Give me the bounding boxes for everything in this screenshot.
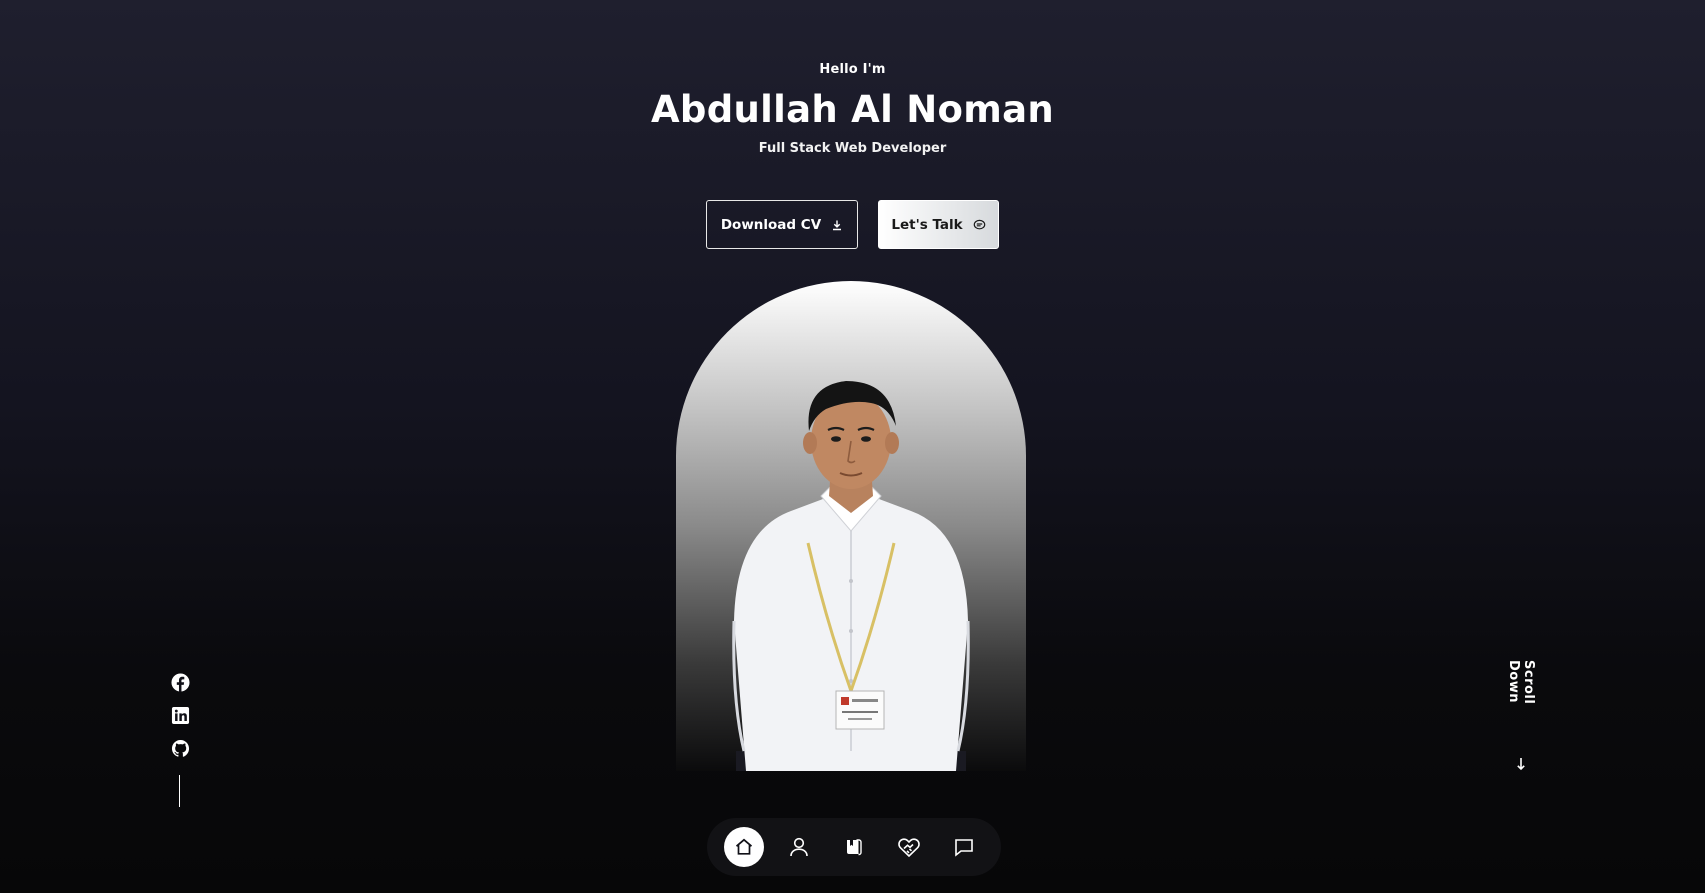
handshake-icon bbox=[897, 838, 920, 858]
download-cv-button[interactable]: Download CV bbox=[706, 200, 858, 249]
profile-photo bbox=[676, 281, 1026, 771]
home-icon bbox=[736, 838, 753, 855]
social-divider-line bbox=[179, 775, 180, 807]
nav-home[interactable] bbox=[724, 827, 765, 867]
lets-talk-button[interactable]: Let's Talk bbox=[878, 200, 999, 249]
download-icon bbox=[831, 219, 843, 231]
nav-contact[interactable] bbox=[944, 827, 984, 867]
user-icon bbox=[790, 837, 808, 857]
chat-icon bbox=[973, 219, 986, 231]
arrow-down-icon bbox=[1516, 756, 1526, 775]
hero-section: Hello I'm Abdullah Al Noman Full Stack W… bbox=[0, 0, 1705, 893]
download-cv-label: Download CV bbox=[720, 216, 822, 233]
github-icon bbox=[171, 739, 189, 757]
person-illustration bbox=[732, 381, 970, 771]
nav-experience[interactable] bbox=[834, 827, 874, 867]
lets-talk-label: Let's Talk bbox=[891, 216, 963, 233]
nav-about[interactable] bbox=[779, 827, 819, 867]
facebook-icon bbox=[170, 673, 190, 692]
scroll-down-link[interactable]: Scroll Down bbox=[1506, 660, 1536, 775]
message-icon bbox=[954, 839, 973, 857]
facebook-link[interactable] bbox=[170, 673, 190, 692]
cta-buttons: Download CV Let's Talk bbox=[0, 200, 1705, 249]
social-links bbox=[170, 673, 190, 758]
hero-role: Full Stack Web Developer bbox=[758, 141, 947, 156]
book-icon bbox=[846, 839, 862, 856]
linkedin-link[interactable] bbox=[171, 706, 190, 725]
hero-name: Abdullah Al Noman bbox=[650, 88, 1055, 131]
scroll-down-label: Scroll Down bbox=[1506, 660, 1536, 705]
github-link[interactable] bbox=[171, 739, 190, 758]
greeting-text: Hello I'm bbox=[819, 62, 886, 77]
linkedin-icon bbox=[171, 706, 189, 725]
bottom-navbar bbox=[707, 818, 1001, 876]
nav-services[interactable] bbox=[889, 827, 929, 867]
